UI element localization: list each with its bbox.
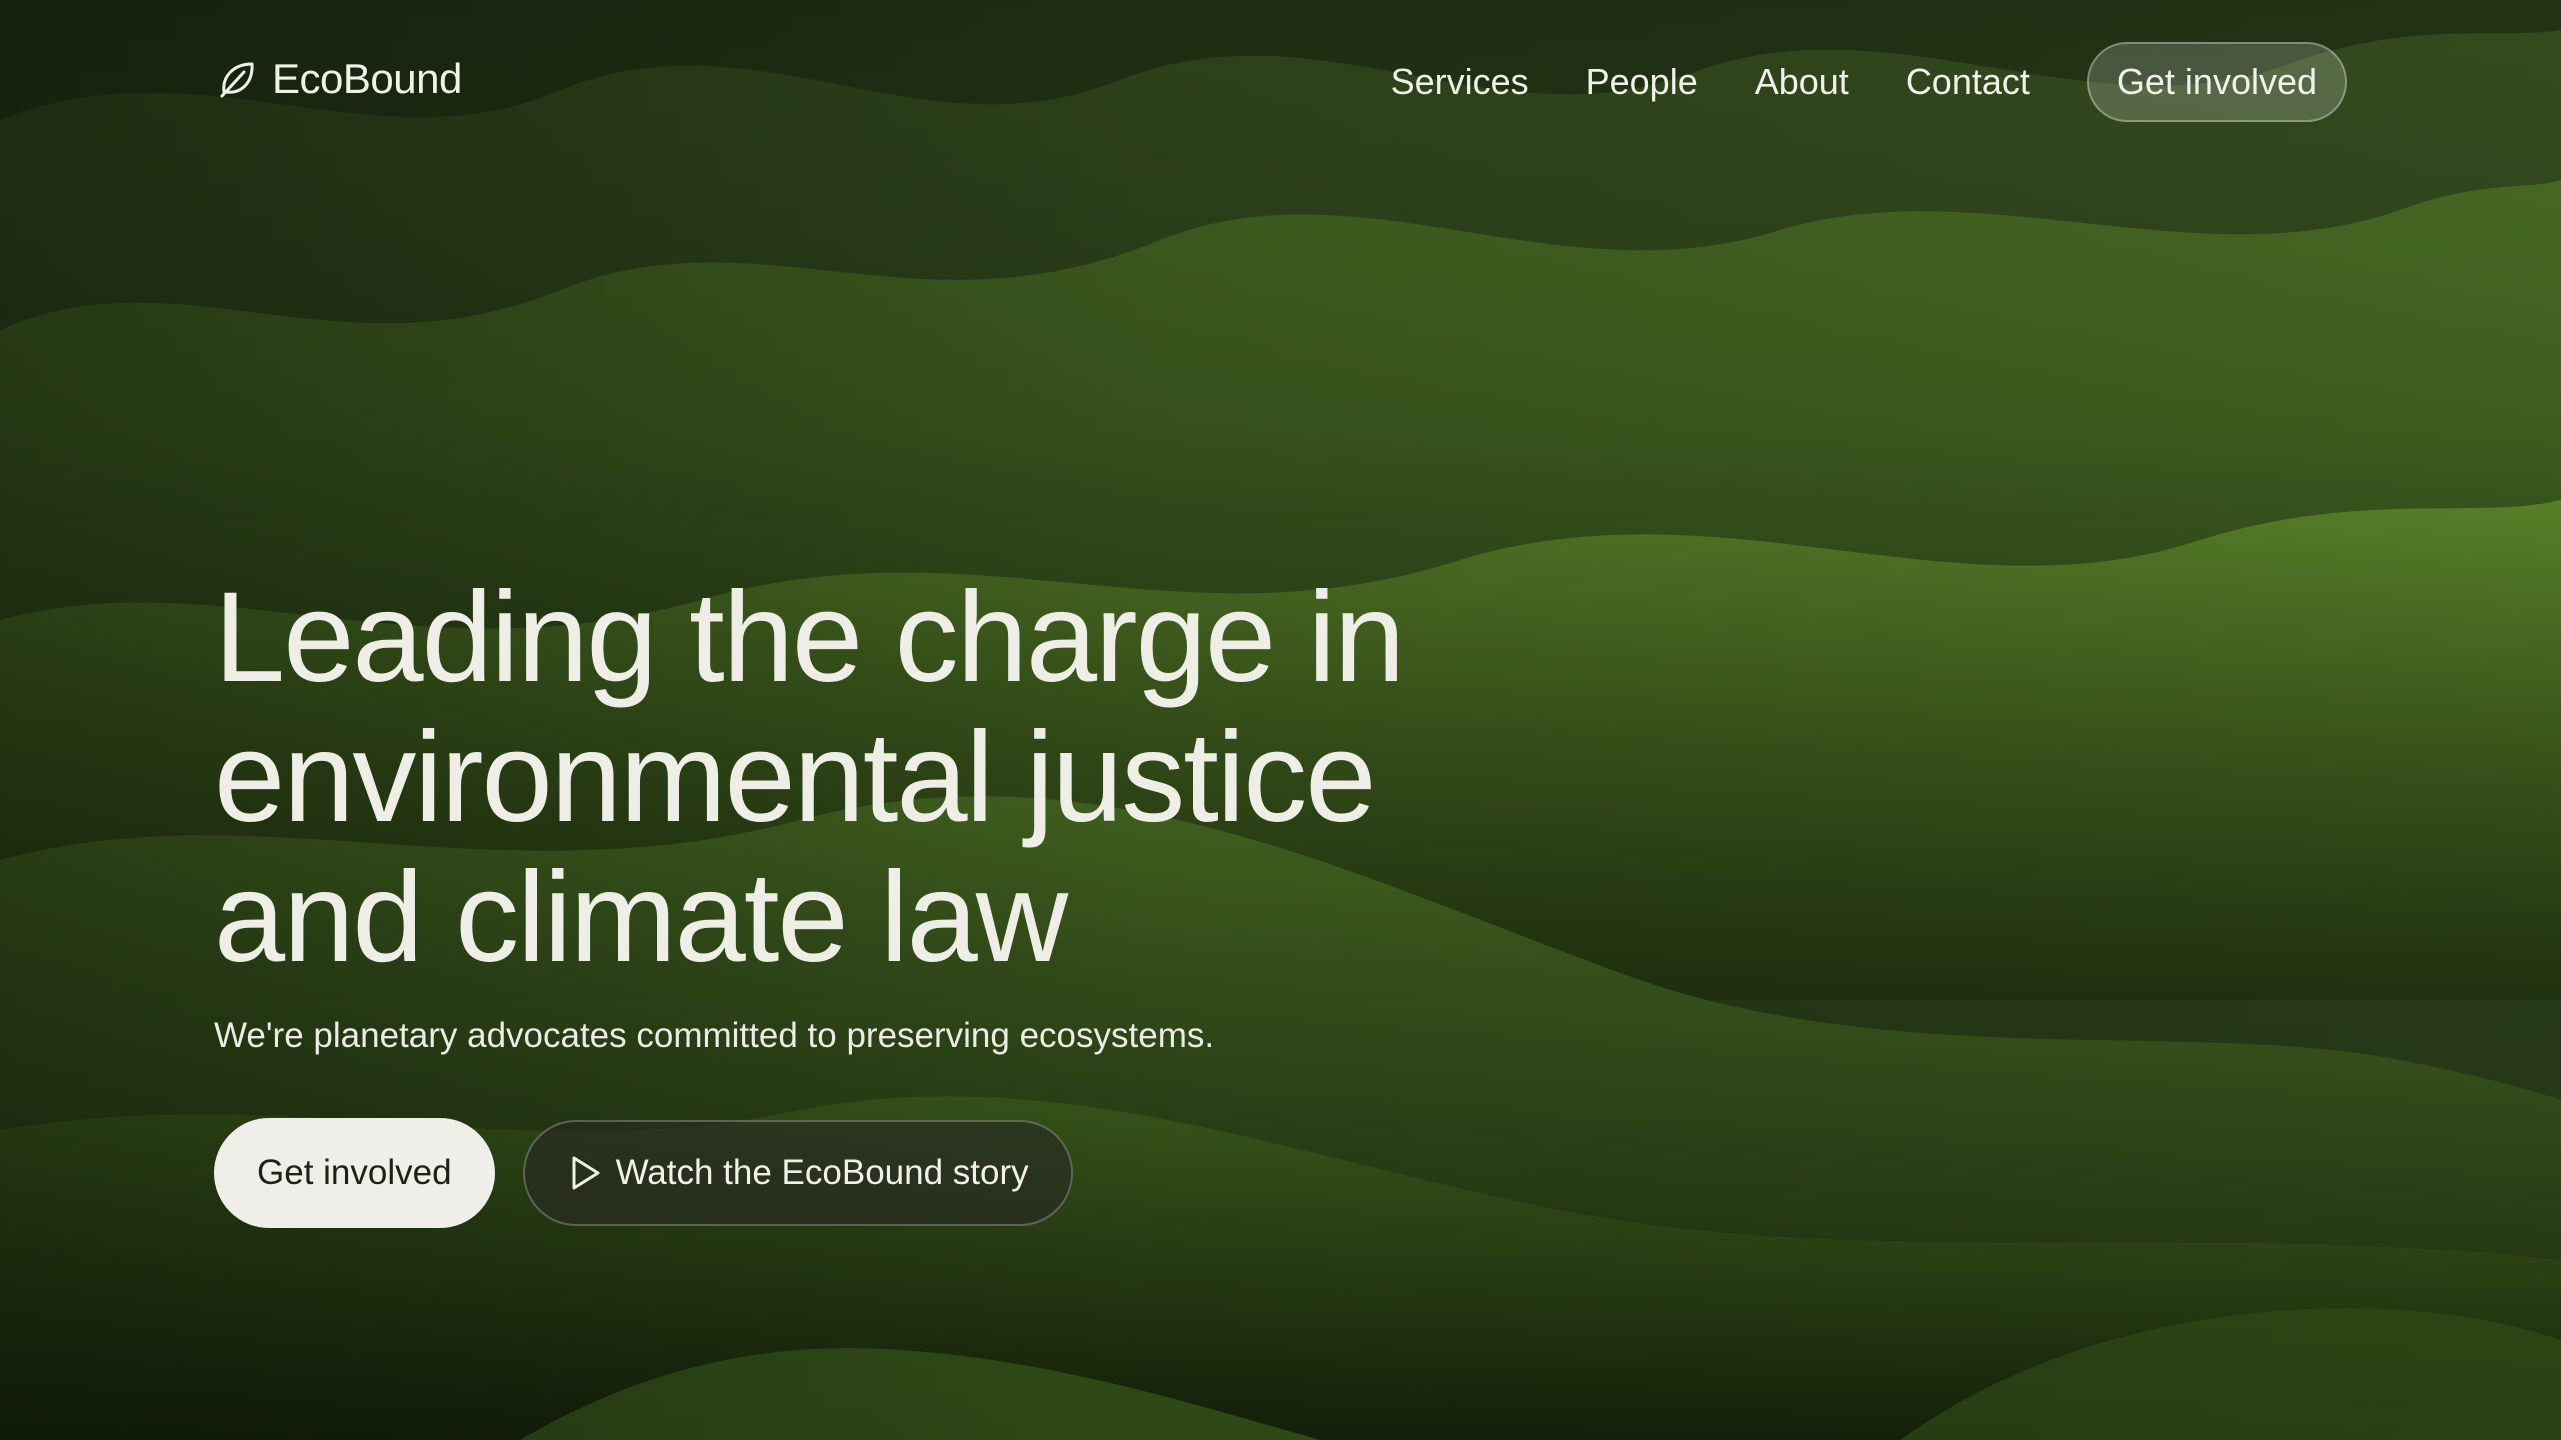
nav-link-services[interactable]: Services [1391, 64, 1529, 100]
hero-actions: Get involved Watch the EcoBound story [214, 1118, 1714, 1228]
nav-link-people[interactable]: People [1586, 64, 1698, 100]
nav-link-about[interactable]: About [1755, 64, 1849, 100]
nav-get-involved-button[interactable]: Get involved [2086, 42, 2347, 122]
get-involved-button-label: Get involved [257, 1153, 452, 1192]
watch-story-button-label: Watch the EcoBound story [615, 1153, 1029, 1192]
hero-subtitle: We're planetary advocates committed to p… [214, 1016, 1215, 1055]
get-involved-button[interactable]: Get involved [214, 1118, 495, 1228]
hero-title: Leading the charge in environmental just… [214, 566, 1405, 989]
leaf-icon [220, 62, 254, 98]
main-navigation: Services People About Contact Get involv… [1391, 42, 2347, 122]
brand-name: EcoBound [272, 55, 462, 102]
hero-section: Leading the charge in environmental just… [214, 568, 1714, 1228]
play-icon [572, 1156, 600, 1190]
site-header: EcoBound Services People About Contact G… [0, 0, 2561, 170]
watch-story-button[interactable]: Watch the EcoBound story [522, 1120, 1073, 1226]
brand-logo-link[interactable]: EcoBound [216, 58, 462, 100]
nav-link-contact[interactable]: Contact [1906, 64, 2030, 100]
